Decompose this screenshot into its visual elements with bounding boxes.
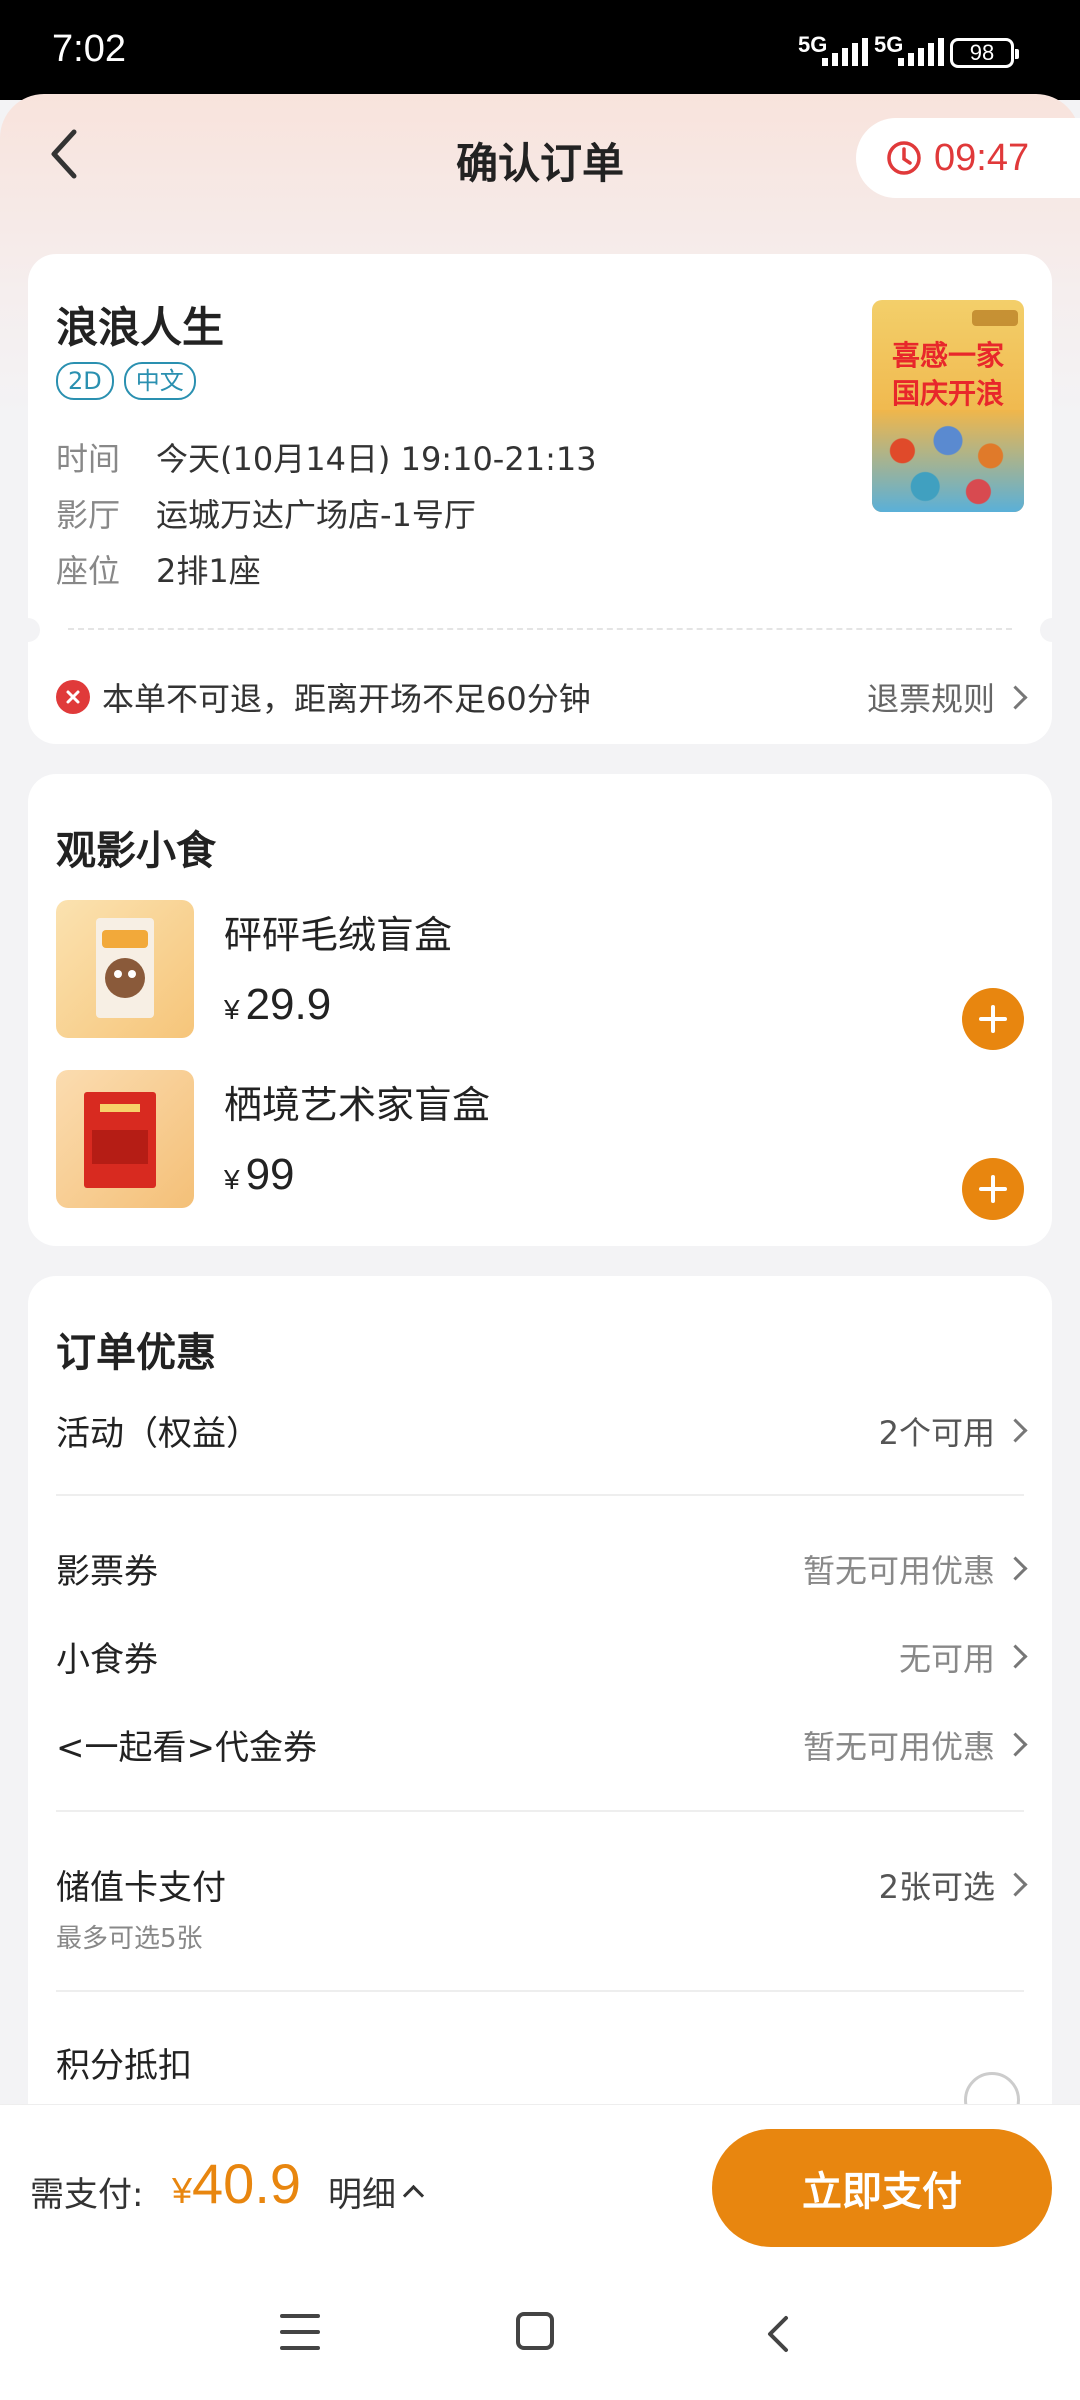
- info-hall: 影厅 运城万达广场店-1号厅: [56, 490, 476, 536]
- info-seat: 座位 2排1座: [56, 546, 261, 592]
- voucher-row[interactable]: <一起看>代金券 暂无可用优惠: [56, 1720, 1028, 1769]
- movie-tags: 2D 中文: [56, 362, 196, 400]
- battery-icon: 98: [950, 38, 1019, 68]
- system-nav-bar: [0, 2274, 1080, 2400]
- chevron-right-icon: [1003, 1418, 1028, 1443]
- dashed-divider: [68, 628, 1012, 630]
- poster-text-2: 国庆开浪: [891, 377, 1004, 410]
- snack-coupon-row[interactable]: 小食券 无可用: [56, 1632, 1028, 1681]
- activity-row[interactable]: 活动（权益） 2个可用: [56, 1406, 1028, 1455]
- poster-text-1: 喜感一家: [891, 339, 1004, 372]
- tag-language: 中文: [123, 362, 196, 400]
- divider: [56, 1494, 1024, 1496]
- movie-title: 浪浪人生: [56, 303, 225, 352]
- row-value: 2个可用: [878, 1413, 995, 1452]
- countdown-timer: 09:47: [856, 118, 1080, 198]
- add-snack-button[interactable]: [962, 1158, 1024, 1220]
- chevron-right-icon: [1003, 684, 1028, 710]
- snack-name: 砰砰毛绒盲盒: [224, 913, 453, 957]
- total-amount: ¥40.9: [172, 2151, 301, 2216]
- tag-format: 2D: [56, 362, 114, 400]
- price-value: 29.9: [245, 980, 332, 1029]
- snack-price: ¥99: [224, 1150, 295, 1200]
- detail-toggle[interactable]: 明细: [328, 2167, 425, 2216]
- row-label: <一起看>代金券: [56, 1728, 317, 1768]
- movie-poster: 喜感一家 国庆开浪: [872, 300, 1024, 512]
- currency-symbol: ¥: [172, 2170, 193, 2211]
- row-label: 储值卡支付: [56, 1868, 226, 1908]
- error-icon: [56, 680, 90, 714]
- status-time: 7:02: [52, 28, 126, 70]
- header: 确认订单 09:47: [0, 94, 1080, 254]
- snack-name: 栖境艺术家盲盒: [224, 1083, 491, 1127]
- divider: [56, 1810, 1024, 1812]
- chevron-right-icon: [1003, 1732, 1028, 1757]
- add-snack-button[interactable]: [962, 988, 1024, 1050]
- info-key: 时间: [56, 440, 121, 478]
- row-label: 活动（权益）: [56, 1414, 260, 1454]
- section-title: 观影小食: [56, 828, 216, 874]
- points-row: 积分抵扣: [56, 2038, 1024, 2087]
- chevron-right-icon: [1003, 1644, 1028, 1669]
- info-key: 座位: [56, 552, 121, 590]
- order-page: 确认订单 09:47 浪浪人生 2D 中文 时间 今天(10月14日) 19:1…: [0, 94, 1080, 2400]
- movie-card: 浪浪人生 2D 中文 时间 今天(10月14日) 19:10-21:13 影厅 …: [16, 254, 1064, 744]
- section-title: 订单优惠: [56, 1330, 216, 1376]
- info-value: 运城万达广场店-1号厅: [156, 496, 476, 534]
- stored-card-row[interactable]: 储值卡支付 2张可选: [56, 1860, 1028, 1909]
- info-time: 时间 今天(10月14日) 19:10-21:13: [56, 434, 597, 480]
- ticket-coupon-row[interactable]: 影票券 暂无可用优惠: [56, 1544, 1028, 1593]
- row-value: 无可用: [898, 1639, 995, 1678]
- ticket-notch: [16, 618, 40, 642]
- stored-card-hint: 最多可选5张: [56, 1924, 203, 1954]
- snacks-card: 观影小食 砰砰毛绒盲盒 ¥29.9 栖境艺术家盲盒 ¥99: [28, 774, 1052, 1246]
- home-icon[interactable]: [516, 2312, 554, 2350]
- row-label: 小食券: [56, 1640, 158, 1680]
- chevron-right-icon: [1003, 1556, 1028, 1581]
- row-label: 积分抵扣: [56, 2046, 192, 2086]
- chevron-up-icon: [402, 2184, 425, 2207]
- signal-icon: [822, 38, 868, 66]
- currency-symbol: ¥: [224, 1164, 240, 1195]
- need-pay-label: 需支付:: [30, 2175, 144, 2215]
- refund-notice: 本单不可退，距离开场不足60分钟: [56, 674, 591, 720]
- info-value: 今天(10月14日) 19:10-21:13: [156, 440, 597, 478]
- price-value: 99: [245, 1150, 295, 1199]
- pay-now-button[interactable]: 立即支付: [712, 2129, 1052, 2247]
- refund-rule-link[interactable]: 退票规则: [866, 674, 1028, 720]
- snack-image[interactable]: [56, 1070, 194, 1208]
- amount-value: 40.9: [192, 2152, 302, 2215]
- info-key: 影厅: [56, 496, 121, 534]
- payment-bar: 需支付: ¥40.9 明细 立即支付: [0, 2104, 1080, 2275]
- status-bar: 7:02 5G 5G 98: [0, 0, 1080, 100]
- timer-value: 09:47: [934, 136, 1030, 179]
- clock-icon: [887, 141, 921, 175]
- nav-back-icon[interactable]: [760, 2314, 800, 2354]
- row-value: 2张可选: [878, 1867, 995, 1906]
- info-value: 2排1座: [156, 552, 261, 590]
- divider: [56, 1990, 1024, 1992]
- notice-text: 本单不可退，距离开场不足60分钟: [102, 680, 591, 718]
- detail-label: 明细: [328, 2175, 396, 2215]
- poster-logo: [972, 310, 1018, 326]
- currency-symbol: ¥: [224, 994, 240, 1025]
- menu-icon[interactable]: [280, 2314, 320, 2350]
- row-value: 暂无可用优惠: [802, 1551, 995, 1590]
- chevron-right-icon: [1003, 1872, 1028, 1897]
- row-value: 暂无可用优惠: [802, 1727, 995, 1766]
- snack-price: ¥29.9: [224, 980, 331, 1030]
- refund-rule-label: 退票规则: [866, 680, 995, 718]
- ticket-notch: [1040, 618, 1064, 642]
- poster-image: [872, 410, 1024, 512]
- snack-image[interactable]: [56, 900, 194, 1038]
- signal-icon: [898, 38, 944, 66]
- row-label: 影票券: [56, 1552, 158, 1592]
